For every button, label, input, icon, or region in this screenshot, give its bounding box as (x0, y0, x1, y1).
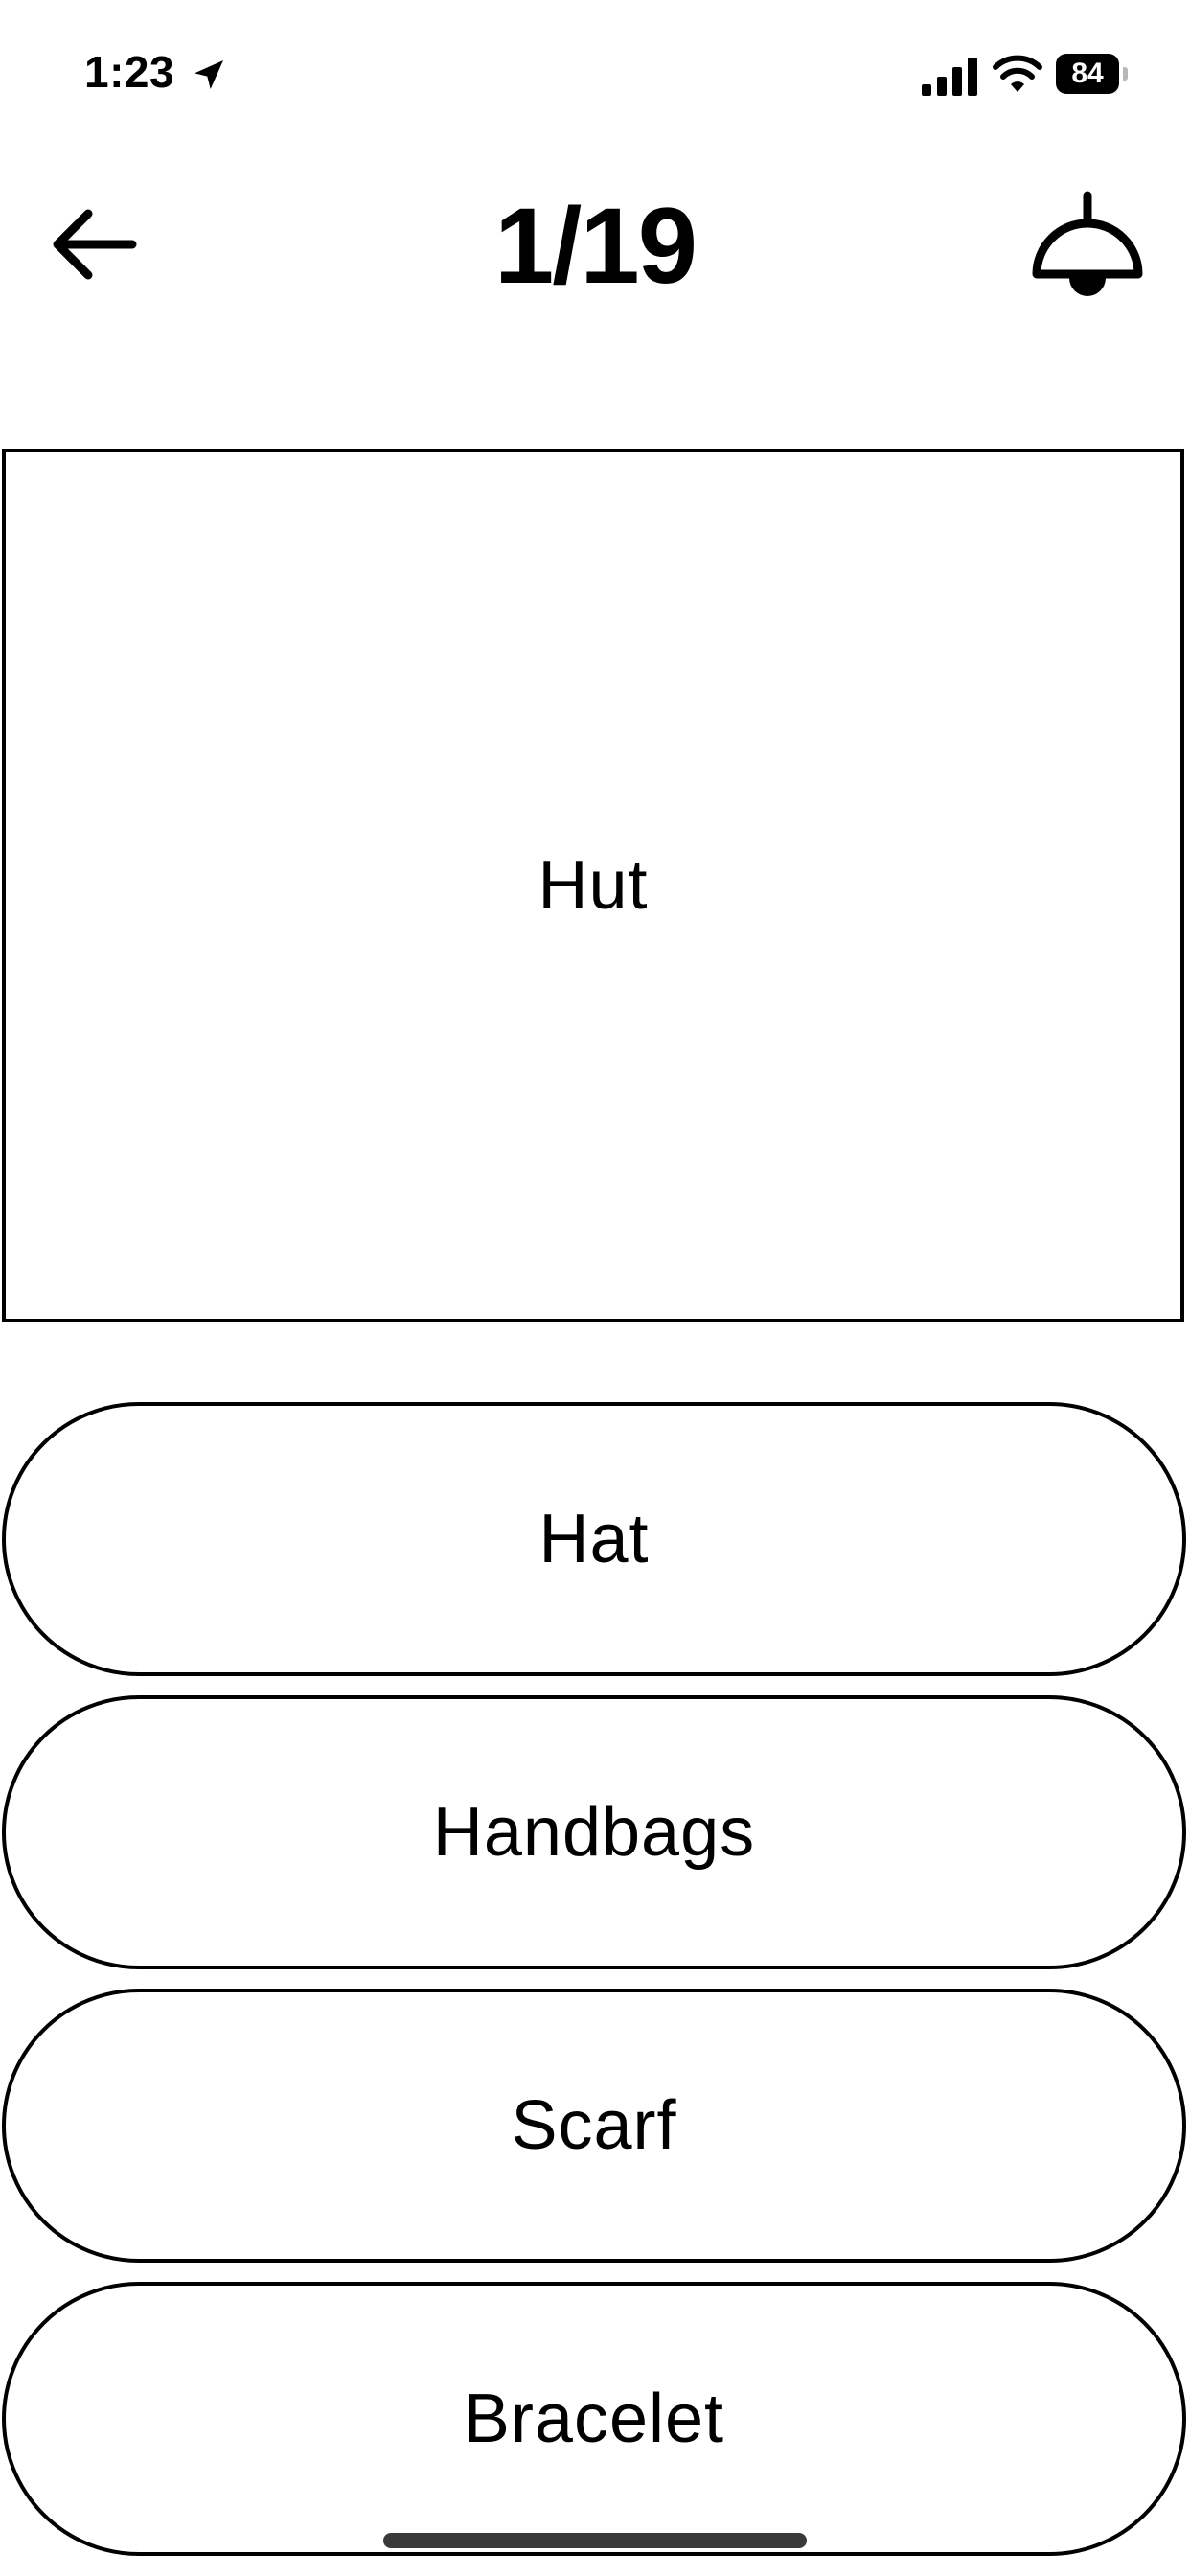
question-word: Hut (538, 847, 649, 924)
answer-option-bracelet[interactable]: Bracelet (2, 2282, 1186, 2556)
answer-label: Scarf (511, 2087, 677, 2164)
status-time: 1:23 (84, 47, 175, 97)
header: 1/19 (0, 163, 1190, 326)
location-arrow-icon (195, 60, 223, 89)
answer-option-hat[interactable]: Hat (2, 1402, 1186, 1676)
hint-lamp-button[interactable] (1016, 180, 1159, 324)
battery-icon: 84 (1056, 54, 1128, 94)
progress-counter: 1/19 (494, 186, 698, 306)
wifi-icon (993, 55, 1042, 92)
answer-label: Handbags (432, 1794, 756, 1871)
answer-label: Hat (538, 1501, 650, 1577)
question-card: Hut (2, 448, 1184, 1322)
cellular-signal-icon (922, 58, 977, 96)
ceiling-lamp-icon (1032, 191, 1143, 296)
status-bar: 1:23 84 (0, 0, 1190, 144)
answer-option-scarf[interactable]: Scarf (2, 1989, 1186, 2263)
home-indicator[interactable] (383, 2533, 807, 2548)
battery-level: 84 (1056, 54, 1119, 94)
answer-label: Bracelet (463, 2380, 725, 2457)
battery-cap (1123, 67, 1128, 80)
answer-option-handbags[interactable]: Handbags (2, 1695, 1186, 1969)
